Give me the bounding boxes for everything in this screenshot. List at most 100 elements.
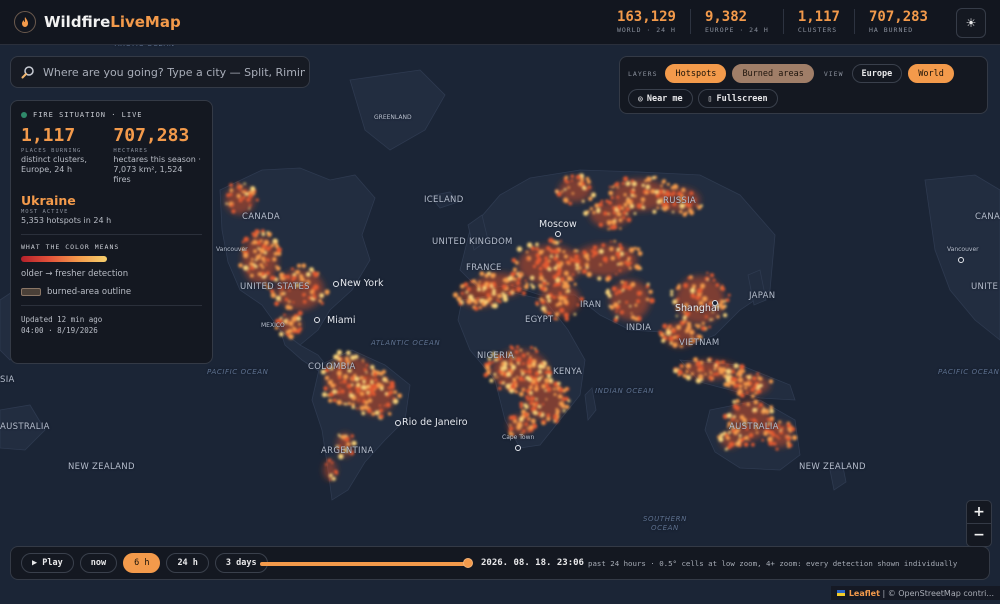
stat-world: 163,129 WORLD · 24 H bbox=[603, 9, 690, 34]
search-icon bbox=[21, 66, 34, 79]
stat-europe: 9,382 EUROPE · 24 H bbox=[689, 9, 783, 34]
map-label-shanghai: Shanghai bbox=[675, 303, 720, 314]
stat-world-label: WORLD · 24 H bbox=[616, 26, 676, 34]
situation-stats: 1,117 PLACES BURNING distinct clusters, … bbox=[21, 125, 202, 185]
panel-divider bbox=[21, 234, 202, 235]
most-active-country: Ukraine bbox=[21, 193, 76, 208]
most-active-label: MOST ACTIVE bbox=[21, 209, 69, 215]
most-active-desc: 5,353 hotspots in 24 h bbox=[21, 216, 112, 225]
map-label-indian: INDIAN OCEAN bbox=[595, 387, 655, 395]
map-label-new-zealand-left: NEW ZEALAND bbox=[68, 462, 135, 472]
map-label-southern-line2: OCEAN bbox=[651, 524, 679, 532]
map-attribution: Leaflet | © OpenStreetMap contri... bbox=[830, 586, 1000, 600]
map-label-greenland: GREENLAND bbox=[374, 114, 412, 121]
burned-outline-swatch bbox=[21, 288, 41, 296]
timeline-bar: ▶ Play now 6 h 24 h 3 days 2026. 08. 18.… bbox=[10, 546, 990, 580]
view-europe-button[interactable]: Europe bbox=[851, 64, 903, 83]
situation-title: FIRE SITUATION · LIVE bbox=[21, 111, 202, 119]
now-button[interactable]: now bbox=[79, 553, 118, 573]
brand[interactable]: WildfireLiveMap bbox=[14, 11, 181, 33]
map-label-australia-left: AUSTRALIA bbox=[0, 422, 50, 432]
map-label-unite-right: UNITE bbox=[971, 282, 999, 292]
range-6h-button[interactable]: 6 h bbox=[123, 553, 161, 573]
stat-europe-value: 9,382 bbox=[704, 9, 748, 25]
brand-name-part1: Wildfire bbox=[44, 13, 111, 31]
fullscreen-label: Fullscreen bbox=[716, 93, 768, 104]
flame-icon bbox=[14, 11, 36, 33]
map-label-egypt: EGYPT bbox=[525, 315, 554, 325]
map-label-sia-left: SIA bbox=[0, 375, 15, 385]
near-me-label: Near me bbox=[646, 93, 683, 104]
ukraine-flag-icon bbox=[836, 590, 845, 596]
map-label-argentina: ARGENTINA bbox=[321, 446, 374, 456]
legend-gradient-text: older → fresher detection bbox=[21, 269, 129, 279]
map-label-france: FRANCE bbox=[466, 263, 502, 273]
map-label-kenya: KENYA bbox=[553, 367, 583, 377]
fullscreen-icon: ▯ bbox=[707, 94, 713, 103]
map-label-australia: AUSTRALIA bbox=[729, 422, 779, 432]
zoom-control: + − bbox=[966, 500, 992, 547]
city-dot-miami bbox=[314, 317, 320, 323]
map-label-uk: UNITED KINGDOM bbox=[432, 237, 513, 247]
map-label-india: INDIA bbox=[626, 323, 652, 333]
city-dot-cape-town bbox=[515, 445, 521, 451]
map-label-new-york: New York bbox=[340, 278, 384, 289]
stat-burned-value: 707,283 bbox=[868, 9, 928, 25]
hectares-value: 707,283 bbox=[113, 125, 190, 146]
map-label-vancouver: Vancouver bbox=[216, 246, 248, 253]
map-label-cape-town: Cape Town bbox=[502, 434, 535, 441]
map-label-pacific-left: PACIFIC OCEAN bbox=[207, 368, 269, 376]
city-dot-rio bbox=[395, 420, 401, 426]
leaflet-link[interactable]: Leaflet bbox=[849, 589, 880, 598]
map-label-russia: RUSSIA bbox=[663, 196, 697, 206]
map-label-atlantic: ATLANTIC OCEAN bbox=[371, 339, 441, 347]
map-label-miami: Miami bbox=[327, 315, 356, 326]
map-label-iran: IRAN bbox=[580, 300, 602, 310]
hectares-label: HECTARES bbox=[113, 148, 148, 154]
color-gradient-legend bbox=[21, 256, 107, 262]
map-label-colombia: COLOMBIA bbox=[308, 362, 356, 372]
fire-situation-panel: FIRE SITUATION · LIVE 1,117 PLACES BURNI… bbox=[10, 100, 213, 364]
time-slider-track[interactable] bbox=[260, 562, 468, 566]
layer-burned-areas-toggle[interactable]: Burned areas bbox=[732, 64, 814, 83]
search-input[interactable] bbox=[41, 64, 307, 80]
map-label-canada: CANADA bbox=[242, 212, 280, 222]
zoom-out-button[interactable]: − bbox=[967, 523, 991, 546]
updated-time: Updated 12 min ago bbox=[21, 315, 103, 324]
stat-burned: 707,283 HA BURNED bbox=[853, 9, 942, 34]
near-me-button[interactable]: ◎ Near me bbox=[628, 89, 693, 108]
situation-title-text: FIRE SITUATION · LIVE bbox=[33, 111, 143, 119]
map-label-united-states: UNITED STATES bbox=[240, 282, 310, 292]
timeline-timestamp: 2026. 08. 18. 23:06 bbox=[481, 558, 584, 568]
brand-name-part2: LiveMap bbox=[110, 13, 181, 31]
actions-row: ◎ Near me ▯ Fullscreen bbox=[628, 89, 778, 108]
fullscreen-button[interactable]: ▯ Fullscreen bbox=[697, 89, 778, 108]
map-label-southern-line1: SOUTHERN bbox=[643, 515, 687, 523]
map-label-moscow: Moscow bbox=[539, 219, 577, 230]
top-header: WildfireLiveMap 163,129 WORLD · 24 H 9,3… bbox=[0, 0, 1000, 45]
play-button[interactable]: ▶ Play bbox=[21, 553, 74, 573]
view-world-button[interactable]: World bbox=[908, 64, 954, 83]
layers-row: LAYERS Hotspots Burned areas VIEW Europe… bbox=[628, 64, 954, 83]
stat-europe-label: EUROPE · 24 H bbox=[704, 26, 769, 34]
map-label-vancouver-right: Vancouver bbox=[947, 246, 979, 253]
brand-name: WildfireLiveMap bbox=[44, 13, 181, 31]
search-bar[interactable] bbox=[10, 56, 310, 88]
legend-title: WHAT THE COLOR MEANS bbox=[21, 243, 120, 251]
range-24h-button[interactable]: 24 h bbox=[166, 553, 209, 573]
live-indicator-icon bbox=[21, 112, 27, 118]
timeline-info: past 24 hours · 0.5° cells at low zoom, … bbox=[588, 559, 958, 568]
places-desc: distinct clusters, Europe, 24 h bbox=[21, 155, 87, 174]
osm-attribution-text[interactable]: | © OpenStreetMap contri... bbox=[882, 589, 994, 598]
theme-toggle-button[interactable]: ☀ bbox=[956, 8, 986, 38]
zoom-in-button[interactable]: + bbox=[967, 501, 991, 523]
hectares-desc: hectares this season · 7,073 km², 1,524 … bbox=[113, 155, 201, 184]
map-label-southern: SOUTHERN OCEAN bbox=[643, 515, 687, 533]
stat-clusters: 1,117 CLUSTERS bbox=[782, 9, 854, 34]
timeline-controls: ▶ Play now 6 h 24 h 3 days bbox=[21, 553, 268, 573]
time-slider-handle[interactable] bbox=[463, 558, 473, 568]
layer-hotspots-toggle[interactable]: Hotspots bbox=[665, 64, 727, 83]
legend-outline-text: burned-area outline bbox=[47, 287, 132, 297]
map-label-canada-right: CANADA bbox=[975, 212, 1000, 222]
city-dot-new-york bbox=[333, 281, 339, 287]
